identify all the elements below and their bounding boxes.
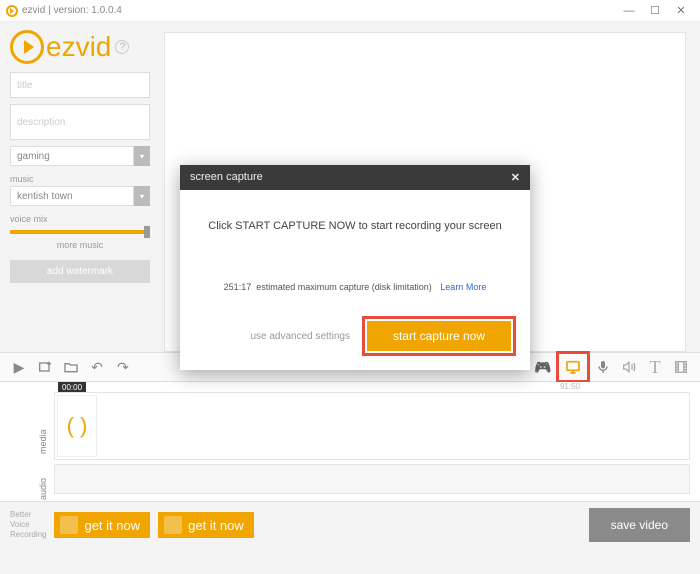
text-icon[interactable]: T [642,355,668,379]
dialog-title: screen capture [190,171,263,184]
dialog-estimate: 251:17 estimated maximum capture (disk l… [200,282,510,292]
sidebar: ezvid ? title description gaming ▾ music… [0,22,160,352]
minimize-button[interactable]: — [616,5,642,17]
dialog-header: screen capture ✕ [180,165,530,190]
save-video-button[interactable]: save video [589,508,690,542]
logo-text: ezvid [46,31,111,63]
voicemix-slider[interactable] [10,230,150,234]
media-clip[interactable]: ( ) [57,395,97,457]
description-input[interactable]: description [10,104,150,140]
advanced-settings-link[interactable]: use advanced settings [194,331,350,342]
audio-track[interactable] [54,464,690,494]
film-icon[interactable] [668,355,694,379]
add-media-button[interactable] [32,355,58,379]
category-select[interactable]: gaming ▾ [10,146,150,166]
app-logo: ezvid ? [10,30,150,64]
screen-capture-highlight [556,351,590,383]
speech-icon[interactable] [616,355,642,379]
app-icon [6,5,18,17]
footer-promo-text: BetterVoiceRecording [10,510,46,540]
voicemix-label: voice mix [10,214,150,224]
dialog-close-button[interactable]: ✕ [511,171,520,184]
audio-track-label: audio [38,486,48,500]
play-button[interactable]: ▶ [6,355,32,379]
music-label: music [10,174,150,184]
title-input[interactable]: title [10,72,150,98]
timeline[interactable]: 00:00 media audio ( ) 91:50 [0,382,700,502]
undo-button[interactable]: ↶ [84,355,110,379]
get-it-now-button-1[interactable]: get it now [54,512,150,538]
mic-promo-icon [60,516,78,534]
music-select[interactable]: kentish town ▾ [10,186,150,206]
add-watermark-button[interactable]: add watermark [10,260,150,283]
window-titlebar: ezvid | version: 1.0.0.4 — ☐ ✕ [0,0,700,22]
screen-capture-dialog: screen capture ✕ Click START CAPTURE NOW… [180,165,530,370]
ruler-mark: 91:50 [560,382,580,391]
start-capture-button[interactable]: start capture now [367,321,511,351]
gamepad-icon[interactable]: 🎮 [530,355,556,379]
microphone-icon[interactable] [590,355,616,379]
get-it-now-button-2[interactable]: get it now [158,512,254,538]
media-track-label: media [38,440,48,454]
maximize-button[interactable]: ☐ [642,4,668,17]
play-logo-icon [10,30,44,64]
chevron-down-icon: ▾ [134,186,150,206]
redo-button[interactable]: ↷ [110,355,136,379]
close-button[interactable]: ✕ [668,4,694,17]
dialog-message: Click START CAPTURE NOW to start recordi… [200,220,510,232]
screen-capture-button[interactable] [560,355,586,379]
learn-more-link[interactable]: Learn More [440,282,486,292]
chevron-down-icon: ▾ [134,146,150,166]
media-track[interactable]: ( ) [54,392,690,460]
open-button[interactable] [58,355,84,379]
more-music-link[interactable]: more music [10,240,150,250]
window-title: ezvid | version: 1.0.0.4 [22,5,122,16]
headset-promo-icon [164,516,182,534]
help-icon[interactable]: ? [115,40,129,54]
start-capture-highlight: start capture now [362,316,516,356]
footer: BetterVoiceRecording get it now get it n… [0,502,700,548]
